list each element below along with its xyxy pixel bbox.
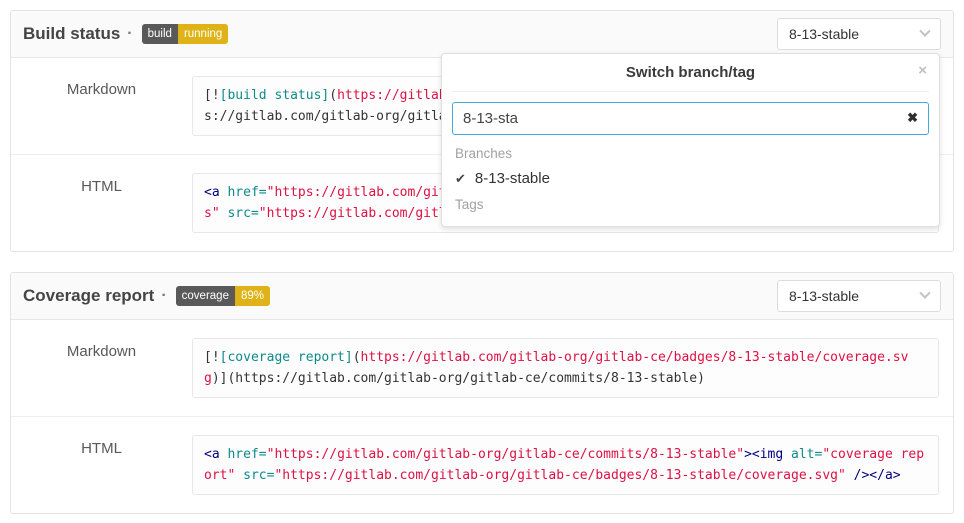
branch-selector-button[interactable]: 8-13-stable	[777, 280, 941, 312]
branch-search-input[interactable]	[452, 102, 929, 135]
clear-search-icon[interactable]: ✖	[907, 111, 918, 124]
title-separator: ·	[161, 287, 166, 305]
code-text: <a href="https://gitlab.com/gitlab-org/g…	[204, 444, 925, 486]
switch-branch-dropdown: Switch branch/tag × ✖ Branches ✔ 8-13-st…	[441, 53, 940, 227]
row-label: Markdown	[11, 76, 192, 136]
branch-search: ✖	[452, 102, 929, 135]
code-text: [![coverage report](https://gitlab.com/g…	[204, 347, 925, 389]
html-row: HTML <a href="https://gitlab.com/gitlab-…	[11, 417, 953, 513]
markdown-code-block[interactable]: [![coverage report](https://gitlab.com/g…	[192, 338, 939, 398]
dropdown-header: Switch branch/tag ×	[452, 54, 929, 92]
close-icon[interactable]: ×	[918, 63, 927, 78]
coverage-badge: coverage 89%	[176, 286, 270, 307]
dropdown-title: Switch branch/tag	[626, 64, 755, 81]
markdown-row: Markdown [![coverage report](https://git…	[11, 320, 953, 417]
branch-list: Branches ✔ 8-13-stable Tags	[442, 141, 939, 216]
badge-value: running	[178, 24, 228, 45]
panel-title: Coverage report	[23, 286, 154, 306]
check-icon: ✔	[455, 171, 466, 187]
title-separator: ·	[127, 25, 132, 43]
project-badges-page: Build status · build running 8-13-stable…	[0, 0, 964, 523]
branch-selector-label: 8-13-stable	[789, 288, 859, 304]
badge-value: 89%	[235, 286, 270, 307]
chevron-down-icon	[919, 26, 930, 37]
branch-item-8-13-stable[interactable]: ✔ 8-13-stable	[452, 165, 929, 192]
branch-item-label: 8-13-stable	[475, 170, 550, 187]
html-code-block[interactable]: <a href="https://gitlab.com/gitlab-org/g…	[192, 435, 939, 495]
branch-selector-button[interactable]: 8-13-stable	[777, 18, 941, 50]
panel-title: Build status	[23, 24, 120, 44]
row-label: HTML	[11, 173, 192, 233]
tags-section-header: Tags	[452, 192, 929, 216]
badge-key: coverage	[176, 286, 235, 307]
branch-selector-label: 8-13-stable	[789, 26, 859, 42]
badge-key: build	[142, 24, 178, 45]
row-label: Markdown	[11, 338, 192, 398]
coverage-report-header: Coverage report · coverage 89% 8-13-stab…	[11, 273, 953, 320]
chevron-down-icon	[919, 288, 930, 299]
branches-section-header: Branches	[452, 141, 929, 165]
build-status-header: Build status · build running 8-13-stable	[11, 11, 953, 58]
row-label: HTML	[11, 435, 192, 495]
coverage-report-panel: Coverage report · coverage 89% 8-13-stab…	[10, 272, 954, 514]
build-status-badge: build running	[142, 24, 229, 45]
